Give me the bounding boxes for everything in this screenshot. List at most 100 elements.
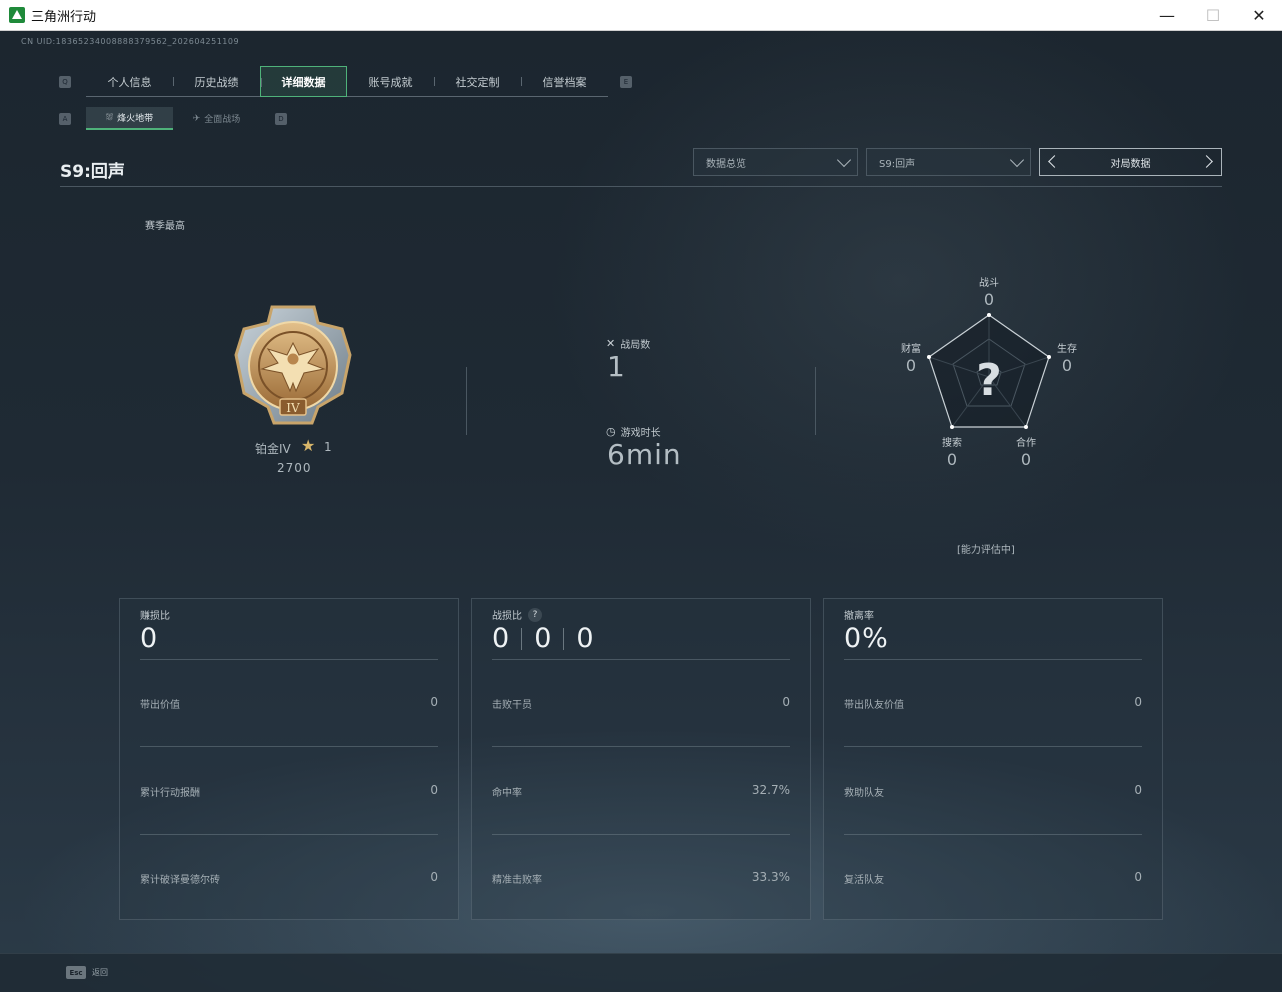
- app-logo-icon: [9, 7, 25, 23]
- ratio-value: 0: [492, 623, 510, 654]
- dropdown-value: S9:回声: [879, 158, 916, 170]
- tab-social-custom[interactable]: 社交定制: [434, 66, 521, 97]
- panel-divider: [844, 834, 1142, 835]
- rank-stars: 1: [324, 440, 332, 454]
- tab-warfare-mode[interactable]: ✈ 全面战场: [173, 107, 260, 130]
- row-label: 带出队友价值: [844, 700, 904, 711]
- rank-name: 铂金IV: [255, 442, 291, 456]
- panel-divider: [492, 659, 790, 660]
- warfare-mode-icon: ✈: [192, 113, 201, 124]
- prev-tab-key-hint[interactable]: Q: [59, 76, 71, 88]
- next-subtab-key-hint[interactable]: D: [275, 113, 287, 125]
- cn-uid: CN UID:18365234008888379562_202604251109: [21, 37, 240, 46]
- match-data-button[interactable]: 对局数据: [1039, 148, 1222, 176]
- matches-value: 1: [607, 350, 626, 383]
- profit-ratio-panel: 赚损比 0 带出价值 0 累计行动报酬 0 累计破译曼德尔砖 0: [119, 598, 459, 920]
- close-button[interactable]: ✕: [1236, 0, 1282, 31]
- row-value: 0: [1134, 783, 1142, 797]
- playtime-label-text: 游戏时长: [620, 428, 661, 439]
- rank-points: 2700: [277, 461, 312, 475]
- crossed-swords-icon: ✕: [606, 337, 616, 350]
- tab-operations-mode[interactable]: ⛆ 烽火地带: [86, 107, 173, 130]
- row-value: 0: [430, 783, 438, 797]
- tab-match-history[interactable]: 历史战绩: [173, 66, 260, 97]
- chevron-down-icon: [836, 152, 852, 168]
- prev-subtab-key-hint[interactable]: A: [59, 113, 71, 125]
- tab-personal-info[interactable]: 个人信息: [86, 66, 173, 97]
- kd-ratio-values: 0 0 0: [492, 623, 594, 654]
- ratio-value: 0: [534, 623, 552, 654]
- tab-credit-record[interactable]: 信誉档案: [521, 66, 608, 97]
- main-tabs: 个人信息 历史战绩 详细数据 账号成就 社交定制 信誉档案: [86, 66, 608, 97]
- kd-ratio-panel: 战损比 ? 0 0 0 击败干员 0 命中率 32.7% 精准击败率 33.3%: [471, 598, 811, 920]
- panel-main-value: 0: [140, 623, 159, 654]
- mode-tabs: ⛆ 烽火地带 ✈ 全面战场: [86, 107, 260, 130]
- tab-label: 烽火地带: [117, 114, 154, 124]
- ability-radar-chart: ?: [927, 313, 1051, 429]
- radar-unknown-mark: ?: [976, 355, 1002, 406]
- section-divider: [815, 367, 816, 435]
- radar-label-survival: 生存: [1057, 344, 1077, 355]
- row-label: 救助队友: [844, 788, 884, 799]
- section-divider: [466, 367, 467, 435]
- clock-icon: ◷: [606, 425, 616, 438]
- chevron-right-icon[interactable]: [1200, 155, 1213, 168]
- radar-value-search: 0: [946, 450, 958, 469]
- season-highest-label: 赛季最高: [145, 221, 185, 232]
- game-viewport: CN UID:18365234008888379562_202604251109…: [0, 31, 1282, 992]
- next-tab-key-hint[interactable]: E: [620, 76, 632, 88]
- back-label[interactable]: 返回: [92, 967, 108, 978]
- season-title: S9:回声: [60, 162, 125, 182]
- row-value: 0: [430, 695, 438, 709]
- season-dropdown[interactable]: S9:回声: [866, 148, 1031, 176]
- window-title: 三角洲行动: [31, 9, 97, 25]
- help-icon[interactable]: ?: [528, 607, 542, 622]
- esc-key-hint[interactable]: Esc: [66, 966, 86, 979]
- row-value: 0: [430, 870, 438, 884]
- panel-divider: [140, 659, 438, 660]
- panel-divider: [844, 746, 1142, 747]
- playtime-label: ◷ 游戏时长: [606, 424, 661, 439]
- ability-assessment-status: [能力评估中]: [957, 545, 1015, 556]
- chevron-left-icon[interactable]: [1048, 155, 1061, 168]
- radar-label-search: 搜索: [942, 438, 962, 449]
- chevron-down-icon: [1009, 152, 1025, 168]
- match-data-label: 对局数据: [1110, 158, 1151, 170]
- row-value: 0: [1134, 695, 1142, 709]
- tab-detailed-data[interactable]: 详细数据: [260, 66, 347, 97]
- operations-mode-icon: ⛆: [105, 112, 114, 123]
- row-label: 累计破译曼德尔砖: [140, 875, 220, 886]
- radar-value-combat: 0: [983, 290, 995, 309]
- tab-achievements[interactable]: 账号成就: [347, 66, 434, 97]
- panel-main-value: 0%: [844, 623, 889, 654]
- panel-divider: [140, 746, 438, 747]
- maximize-button[interactable]: ☐: [1190, 0, 1236, 31]
- radar-label-combat: 战斗: [979, 278, 999, 289]
- panel-divider: [492, 834, 790, 835]
- row-value: 0: [1134, 870, 1142, 884]
- row-value: 32.7%: [751, 783, 790, 797]
- radar-value-cooperation: 0: [1020, 450, 1032, 469]
- minimize-button[interactable]: —: [1144, 0, 1190, 31]
- window-titlebar: 三角洲行动 — ☐ ✕: [0, 0, 1282, 31]
- row-label: 精准击败率: [492, 875, 542, 886]
- panel-divider: [140, 834, 438, 835]
- row-value: 0: [782, 695, 790, 709]
- extraction-rate-panel: 撤离率 0% 带出队友价值 0 救助队友 0 复活队友 0: [823, 598, 1163, 920]
- star-icon: ★: [301, 436, 316, 455]
- data-type-dropdown[interactable]: 数据总览: [693, 148, 858, 176]
- rank-medal-icon: IV: [234, 305, 352, 425]
- panel-title: 赚损比: [140, 611, 170, 622]
- row-label: 带出价值: [140, 700, 180, 711]
- ratio-separator: [521, 627, 523, 650]
- row-label: 复活队友: [844, 875, 884, 886]
- panel-divider: [844, 659, 1142, 660]
- panel-title: 撤离率: [844, 611, 874, 622]
- header-divider: [60, 186, 1222, 187]
- tab-label: 全面战场: [204, 115, 241, 125]
- matches-label-text: 战局数: [620, 340, 651, 351]
- row-label: 命中率: [492, 788, 522, 799]
- ratio-separator: [563, 627, 565, 650]
- panel-title: 战损比 ?: [492, 607, 542, 622]
- playtime-value: 6min: [607, 438, 682, 471]
